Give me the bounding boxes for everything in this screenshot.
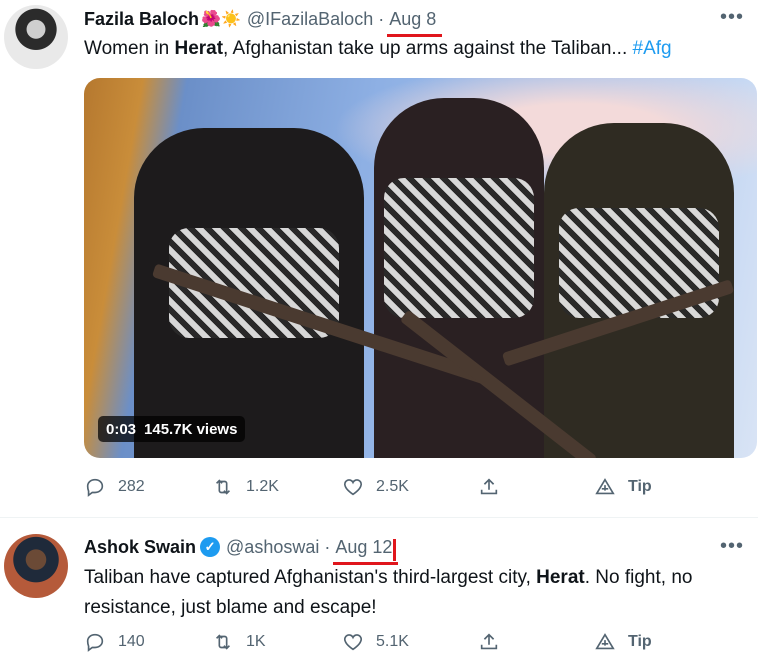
heart-icon	[342, 631, 364, 653]
tip-button[interactable]: Tip	[594, 476, 652, 498]
reply-count: 282	[118, 478, 145, 495]
tweet-header: Fazila Baloch 🌺☀️ @IFazilaBaloch · Aug 8	[84, 7, 443, 37]
tweet-text: Women in Herat, Afghanistan take up arms…	[84, 34, 744, 64]
tweet-actions: 282 1.2K 2.5K Tip	[84, 476, 684, 502]
author-handle[interactable]: @IFazilaBaloch	[247, 9, 373, 30]
tip-icon	[594, 476, 616, 498]
avatar[interactable]	[4, 534, 68, 598]
video-stats-badge: 0:03 145.7K views	[98, 416, 246, 442]
share-icon	[478, 631, 500, 653]
more-options-icon[interactable]: •••	[720, 535, 744, 558]
like-button[interactable]: 2.5K	[342, 476, 409, 498]
reply-button[interactable]: 140	[84, 631, 145, 653]
retweet-button[interactable]: 1.2K	[212, 476, 279, 498]
retweet-icon	[212, 476, 234, 498]
name-emoji: 🌺☀️	[201, 11, 241, 28]
tip-label: Tip	[628, 478, 652, 495]
video-frame-scarf	[384, 178, 534, 318]
retweet-button[interactable]: 1K	[212, 631, 266, 653]
tweet-text-bold: Herat	[174, 38, 224, 59]
hashtag-link[interactable]: #Afg	[633, 38, 672, 59]
tweet-date-text[interactable]: Aug 8	[389, 9, 436, 29]
video-player[interactable]: 0:03 145.7K views	[84, 78, 757, 458]
tweet-ashok-swain[interactable]: Ashok Swain ✓ @ashoswai · Aug 12 ••• Tal…	[0, 518, 758, 671]
share-button[interactable]	[478, 631, 500, 653]
tweet-actions: 140 1K 5.1K Tip	[84, 631, 684, 657]
verified-badge-icon: ✓	[200, 537, 221, 557]
tip-button[interactable]: Tip	[594, 631, 652, 653]
separator-dot: ·	[324, 536, 331, 557]
like-button[interactable]: 5.1K	[342, 631, 409, 653]
retweet-icon	[212, 631, 234, 653]
share-icon	[478, 476, 500, 498]
tweet-fazila-baloch[interactable]: Fazila Baloch 🌺☀️ @IFazilaBaloch · Aug 8…	[0, 0, 758, 518]
tweet-text-prefix: Taliban have captured Afghanistan's thir…	[84, 567, 537, 588]
red-underline-annotation	[393, 538, 397, 561]
heart-icon	[342, 476, 364, 498]
tweet-text-bold: Herat	[536, 567, 585, 588]
author-name[interactable]: Fazila Baloch	[84, 9, 199, 30]
separator-dot: ·	[378, 8, 385, 29]
share-button[interactable]	[478, 476, 500, 498]
author-name[interactable]: Ashok Swain	[84, 537, 196, 558]
more-options-icon[interactable]: •••	[720, 6, 744, 29]
tweet-date[interactable]: Aug 12	[333, 537, 399, 565]
like-count: 2.5K	[376, 478, 409, 495]
tweet-date-text[interactable]: Aug 12	[335, 537, 392, 557]
reply-icon	[84, 476, 106, 498]
tweet-text: Taliban have captured Afghanistan's thir…	[84, 563, 744, 623]
tip-icon	[594, 631, 616, 653]
tweet-text-suffix: , Afghanistan take up arms against the T…	[223, 38, 633, 59]
like-count: 5.1K	[376, 633, 409, 650]
tweet-text-prefix: Women in	[84, 38, 175, 59]
tweet-date[interactable]: Aug 8	[387, 9, 443, 37]
tweet-header: Ashok Swain ✓ @ashoswai · Aug 12	[84, 535, 399, 565]
reply-count: 140	[118, 633, 145, 650]
reply-icon	[84, 631, 106, 653]
retweet-count: 1.2K	[246, 478, 279, 495]
avatar[interactable]	[4, 5, 68, 69]
reply-button[interactable]: 282	[84, 476, 145, 498]
video-views: 145.7K views	[144, 420, 238, 438]
author-handle[interactable]: @ashoswai	[226, 537, 319, 558]
video-duration: 0:03	[106, 420, 137, 438]
tip-label: Tip	[628, 633, 652, 650]
retweet-count: 1K	[246, 633, 266, 650]
